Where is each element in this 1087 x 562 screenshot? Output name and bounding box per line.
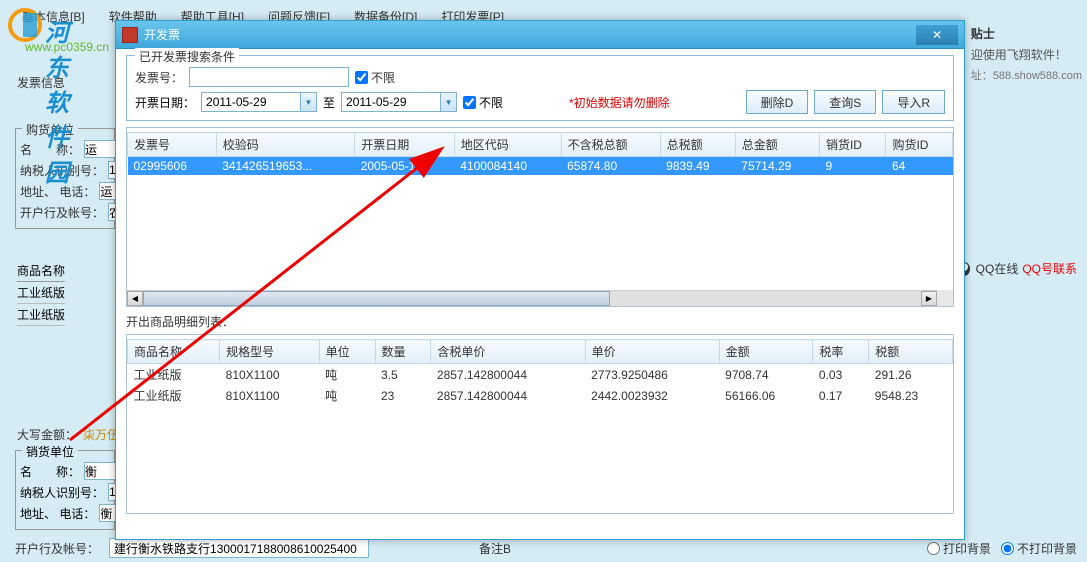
search-invoice-input[interactable] [189, 67, 349, 87]
col-region[interactable]: 地区代码 [454, 133, 561, 157]
date-from-input[interactable]: 2011-05-29 [201, 92, 301, 112]
table-row[interactable]: 工业纸版810X1100吨3.52857.1428000442773.92504… [128, 364, 953, 386]
buyer-bank-label: 开户行及帐号： [20, 204, 104, 221]
qq-online-label[interactable]: QQ在线 [976, 260, 1019, 277]
col-check-code[interactable]: 校验码 [216, 133, 355, 157]
dcol-rate[interactable]: 税率 [813, 340, 869, 364]
search-group-title: 已开发票搜索条件 [135, 48, 239, 65]
query-button[interactable]: 查询S [814, 90, 876, 114]
qq-link[interactable]: QQ号联系 [1022, 260, 1077, 277]
detail-title: 开出商品明细列表： [126, 313, 954, 330]
col-date[interactable]: 开票日期 [355, 133, 455, 157]
daxie-value: 柒万伍 [83, 426, 119, 443]
watermark-url: www.pc0359.cn [25, 40, 109, 54]
invoice-info-label: 发票信息 [17, 74, 65, 91]
close-icon: ✕ [932, 28, 942, 42]
detail-table[interactable]: 商品名称 规格型号 单位 数量 含税单价 单价 金额 税率 税额 工业纸版810… [126, 334, 954, 514]
dcol-tax[interactable]: 税额 [869, 340, 953, 364]
date-from-drop[interactable]: ▼ [301, 92, 317, 112]
invoice-dialog: 开发票 ✕ 已开发票搜索条件 发票号： 不限 开票日期： 2011-05-29▼… [115, 20, 965, 540]
scroll-right-icon[interactable]: ▶ [921, 291, 937, 306]
seller-section-title: 销货单位 [22, 443, 78, 460]
welcome-text: 迎使用飞翔软件！ [971, 46, 1082, 63]
remark-label: 备注B [479, 540, 511, 557]
unlimited-check-1[interactable]: 不限 [355, 69, 395, 86]
col-total[interactable]: 总金额 [735, 133, 819, 157]
col-invoice-no[interactable]: 发票号 [128, 133, 217, 157]
dcol-qty[interactable]: 数量 [375, 340, 431, 364]
invoice-table[interactable]: 发票号 校验码 开票日期 地区代码 不含税总额 总税额 总金额 销货ID 购货I… [126, 127, 954, 307]
h-scrollbar[interactable]: ◀ ▶ [127, 290, 937, 306]
search-invoice-label: 发票号： [135, 69, 183, 86]
bottom-bank-label: 开户行及帐号： [15, 540, 99, 557]
dialog-title: 开发票 [144, 26, 916, 43]
table-row[interactable]: 工业纸版810X1100吨232857.1428000442442.002393… [128, 385, 953, 406]
dcol-name[interactable]: 商品名称 [128, 340, 220, 364]
warning-text: *初始数据请勿删除 [569, 94, 670, 111]
bottom-bank-input[interactable] [109, 538, 369, 558]
product-row: 工业纸版 [17, 282, 65, 304]
close-button[interactable]: ✕ [916, 25, 958, 45]
date-to-label: 至 [323, 94, 335, 111]
dcol-unit[interactable]: 单位 [319, 340, 375, 364]
search-date-label: 开票日期： [135, 94, 195, 111]
radio-no-print-bg[interactable]: 不打印背景 [1001, 540, 1077, 557]
dcol-spec[interactable]: 规格型号 [220, 340, 319, 364]
date-to-drop[interactable]: ▼ [441, 92, 457, 112]
col-tax[interactable]: 总税额 [660, 133, 735, 157]
table-row[interactable]: 02995606 341426519653... 2005-05-19 4100… [128, 157, 953, 176]
unlimited-check-2[interactable]: 不限 [463, 94, 503, 111]
site-url: 址：588.show588.com [971, 67, 1082, 83]
scroll-left-icon[interactable]: ◀ [127, 291, 143, 306]
radio-print-bg[interactable]: 打印背景 [927, 540, 991, 557]
daxie-label: 大写金额： [17, 426, 77, 443]
col-buyer-id[interactable]: 购货ID [886, 133, 953, 157]
tips-title: 贴士 [971, 25, 1082, 42]
buyer-section-title: 购货单位 [22, 121, 78, 138]
dcol-amount[interactable]: 金额 [719, 340, 813, 364]
product-row: 工业纸版 [17, 304, 65, 326]
date-to-input[interactable]: 2011-05-29 [341, 92, 441, 112]
product-header: 商品名称 [17, 260, 65, 282]
dialog-icon [122, 27, 138, 43]
delete-button[interactable]: 删除D [746, 90, 809, 114]
buyer-name-label: 名 称： [20, 141, 80, 158]
dcol-price[interactable]: 单价 [585, 340, 719, 364]
export-button[interactable]: 导入R [882, 90, 945, 114]
buyer-taxid-label: 纳税人识别号： [20, 162, 104, 179]
col-seller-id[interactable]: 销货ID [819, 133, 885, 157]
col-amount-notax[interactable]: 不含税总额 [561, 133, 660, 157]
dcol-price-tax[interactable]: 含税单价 [431, 340, 585, 364]
scroll-thumb[interactable] [143, 291, 610, 306]
menu-basic[interactable]: 基本信息[B] [10, 4, 97, 29]
buyer-addr-label: 地址、 电话： [20, 183, 95, 200]
